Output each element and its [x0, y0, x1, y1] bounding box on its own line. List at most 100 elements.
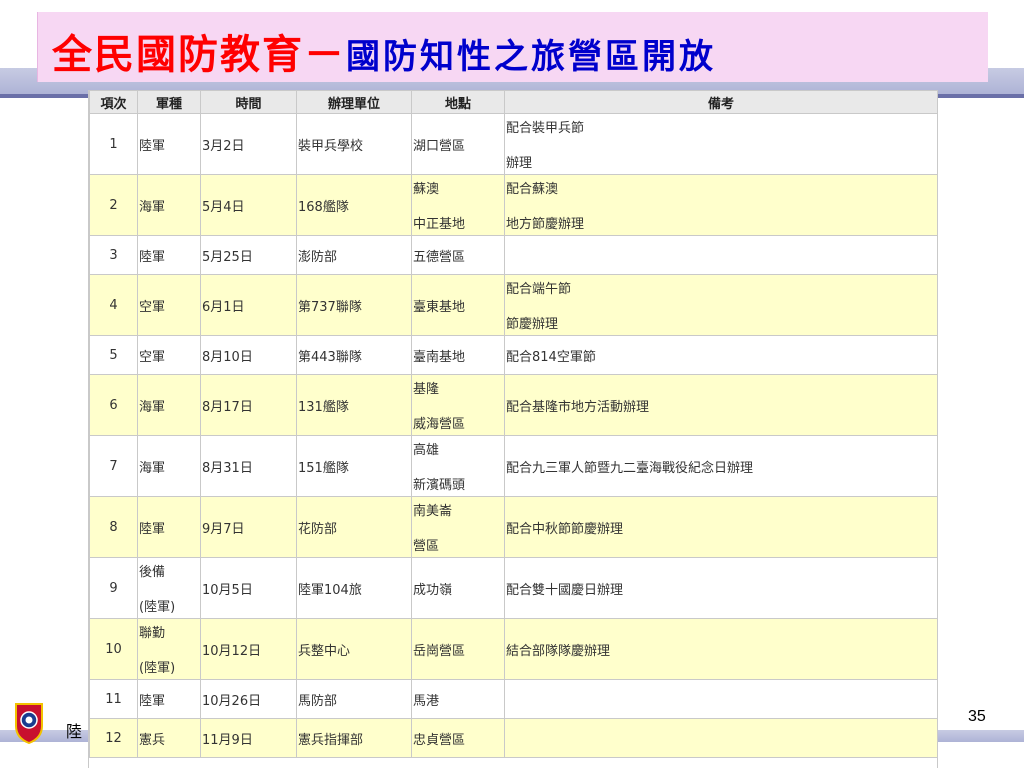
cell-branch: 空軍: [137, 274, 201, 336]
cell-place: 岳崗營區: [411, 618, 505, 680]
cell-date: 6月1日: [200, 274, 297, 336]
cell-no: 7: [89, 435, 138, 497]
cell-branch-line: 聯勤: [139, 626, 166, 641]
table-row: 5 空軍 8月10日 第443聯隊 臺南基地 配合814空軍節: [89, 335, 937, 375]
cell-place: 基隆 威海營區: [411, 374, 505, 436]
cell-date: 10月5日: [200, 557, 297, 619]
cell-branch: 海軍: [137, 174, 201, 236]
cell-no: 1: [89, 113, 138, 175]
cell-branch: 空軍: [137, 335, 201, 375]
cell-no: 3: [89, 235, 138, 275]
cell-place-line: 中正基地: [413, 217, 466, 232]
table-row: 11 陸軍 10月26日 馬防部 馬港: [89, 679, 937, 719]
cell-note: 配合中秋節節慶辦理: [504, 496, 937, 558]
cell-no: 12: [89, 718, 138, 758]
cell-place-text: 湖口營區: [413, 138, 466, 154]
table-row: 6 海軍 8月17日 131艦隊 基隆 威海營區 配合基隆市地方活動辦理: [89, 374, 937, 436]
cell-place-text: 成功嶺: [413, 582, 453, 598]
cell-date: 8月10日: [200, 335, 297, 375]
cell-note: [504, 235, 937, 275]
cell-note: 配合蘇澳 地方節慶辦理: [504, 174, 937, 236]
cell-place: 湖口營區: [411, 113, 505, 175]
table-row: 3 陸軍 5月25日 澎防部 五德營區: [89, 235, 937, 275]
cell-branch-text: 陸軍: [139, 693, 166, 709]
cell-place-line: 營區: [413, 539, 440, 554]
cell-place-text: 忠貞營區: [413, 732, 466, 748]
header-unit: 辦理單位: [296, 90, 412, 114]
cell-place: 蘇澳 中正基地: [411, 174, 505, 236]
cell-note: [504, 718, 937, 758]
table-body: 1 陸軍 3月2日 裝甲兵學校 湖口營區 配合裝甲兵節 辦理 2 海軍 5月4日 168艦隊 蘇澳 中正…: [89, 113, 937, 758]
cell-no: 2: [89, 174, 138, 236]
cell-date: 5月25日: [200, 235, 297, 275]
cell-date: 3月2日: [200, 113, 297, 175]
cell-note-text: 配合雙十國慶日辦理: [506, 582, 624, 598]
cell-unit: 第737聯隊: [296, 274, 412, 336]
cell-no: 6: [89, 374, 138, 436]
cell-place: 成功嶺: [411, 557, 505, 619]
cell-place-text: 臺東基地: [413, 299, 466, 315]
cell-unit: 花防部: [296, 496, 412, 558]
cell-branch-text: 憲兵: [139, 732, 166, 748]
cell-note-text: 配合中秋節節慶辦理: [506, 521, 624, 537]
cell-no: 8: [89, 496, 138, 558]
header-branch: 軍種: [137, 90, 201, 114]
schedule-table: 項次 軍種 時間 辦理單位 地點 備考 1 陸軍 3月2日 裝甲兵學校 湖口營區 配合裝甲…: [89, 90, 937, 758]
cell-place-text: 臺南基地: [413, 349, 466, 365]
cell-place: 臺南基地: [411, 335, 505, 375]
cell-place-line: 基隆: [413, 382, 440, 397]
cell-branch: 陸軍: [137, 235, 201, 275]
cell-note-text: 配合九三軍人節暨九二臺海戰役紀念日辦理: [506, 460, 754, 476]
cell-branch: 後備 (陸軍): [137, 557, 201, 619]
cell-branch-text: 陸軍: [139, 138, 166, 154]
footer-text: 陸: [66, 722, 83, 741]
cell-branch-text: 海軍: [139, 399, 166, 415]
cell-place: 臺東基地: [411, 274, 505, 336]
table-row: 8 陸軍 9月7日 花防部 南美崙 營區 配合中秋節節慶辦理: [89, 496, 937, 558]
cell-branch: 聯勤 (陸軍): [137, 618, 201, 680]
cell-branch-line: 後備: [139, 565, 166, 580]
cell-note: 配合裝甲兵節 辦理: [504, 113, 937, 175]
cell-note-line: 配合裝甲兵節: [506, 121, 585, 136]
cell-place-text: 岳崗營區: [413, 643, 466, 659]
cell-no: 4: [89, 274, 138, 336]
cell-note: 結合部隊隊慶辦理: [504, 618, 937, 680]
cell-branch: 陸軍: [137, 113, 201, 175]
cell-note: 配合基隆市地方活動辦理: [504, 374, 937, 436]
cell-unit: 憲兵指揮部: [296, 718, 412, 758]
cell-branch: 陸軍: [137, 496, 201, 558]
cell-note: [504, 679, 937, 719]
cell-no: 5: [89, 335, 138, 375]
cell-place: 五德營區: [411, 235, 505, 275]
cell-note: 配合端午節 節慶辦理: [504, 274, 937, 336]
header-date: 時間: [200, 90, 297, 114]
cell-branch-text: 空軍: [139, 349, 166, 365]
cell-place: 忠貞營區: [411, 718, 505, 758]
cell-date: 10月12日: [200, 618, 297, 680]
cell-unit: 裝甲兵學校: [296, 113, 412, 175]
table-row: 2 海軍 5月4日 168艦隊 蘇澳 中正基地 配合蘇澳 地方節慶辦理: [89, 174, 937, 236]
cell-note: 配合雙十國慶日辦理: [504, 557, 937, 619]
cell-unit: 151艦隊: [296, 435, 412, 497]
table-row: 10 聯勤 (陸軍) 10月12日 兵整中心 岳崗營區 結合部隊隊慶辦理: [89, 618, 937, 680]
cell-branch: 海軍: [137, 374, 201, 436]
cell-note-text: 配合基隆市地方活動辦理: [506, 399, 650, 415]
cell-place-text: 馬港: [413, 693, 440, 709]
cell-date: 11月9日: [200, 718, 297, 758]
cell-unit: 陸軍104旅: [296, 557, 412, 619]
cell-date: 5月4日: [200, 174, 297, 236]
cell-branch-text: 海軍: [139, 460, 166, 476]
cell-place: 高雄 新濱碼頭: [411, 435, 505, 497]
cell-no: 9: [89, 557, 138, 619]
cell-unit: 131艦隊: [296, 374, 412, 436]
cell-place-line: 南美崙: [413, 504, 453, 519]
schedule-table-wrap: 項次 軍種 時間 辦理單位 地點 備考 1 陸軍 3月2日 裝甲兵學校 湖口營區 配合裝甲…: [88, 90, 938, 768]
cell-no: 10: [89, 618, 138, 680]
cell-branch-line: (陸軍): [139, 600, 176, 615]
cell-date: 10月26日: [200, 679, 297, 719]
cell-branch-text: 海軍: [139, 199, 166, 215]
table-row: 4 空軍 6月1日 第737聯隊 臺東基地 配合端午節 節慶辦理: [89, 274, 937, 336]
cell-branch-text: 陸軍: [139, 521, 166, 537]
header-place: 地點: [411, 90, 505, 114]
cell-note-text: 配合814空軍節: [506, 349, 596, 365]
